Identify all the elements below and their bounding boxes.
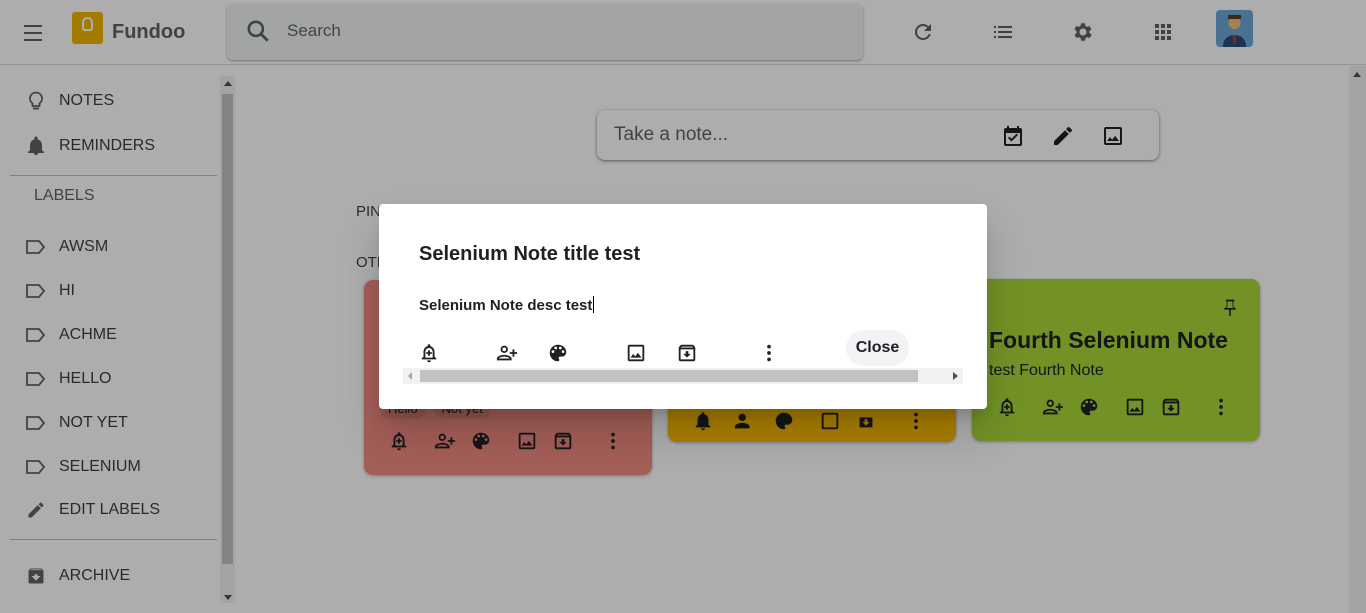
scrollbar-thumb[interactable] (420, 370, 918, 382)
image-icon[interactable] (625, 342, 647, 364)
edit-note-dialog: Selenium Note title test Selenium Note d… (379, 204, 987, 409)
color-palette-icon[interactable] (547, 342, 569, 364)
scroll-left-arrow-icon[interactable] (408, 372, 412, 380)
dialog-horizontal-scrollbar[interactable] (403, 368, 963, 384)
more-options-icon[interactable] (758, 342, 780, 364)
text-cursor (593, 296, 595, 313)
dialog-note-description[interactable]: Selenium Note desc test (419, 296, 595, 314)
dialog-note-description-text: Selenium Note desc test (419, 297, 593, 314)
dialog-note-title[interactable]: Selenium Note title test (419, 243, 640, 266)
scroll-right-arrow-icon[interactable] (953, 372, 958, 380)
reminder-bell-icon[interactable] (418, 342, 440, 364)
collaborator-icon[interactable] (496, 342, 518, 364)
archive-icon[interactable] (676, 342, 698, 364)
close-button[interactable]: Close (846, 330, 909, 366)
